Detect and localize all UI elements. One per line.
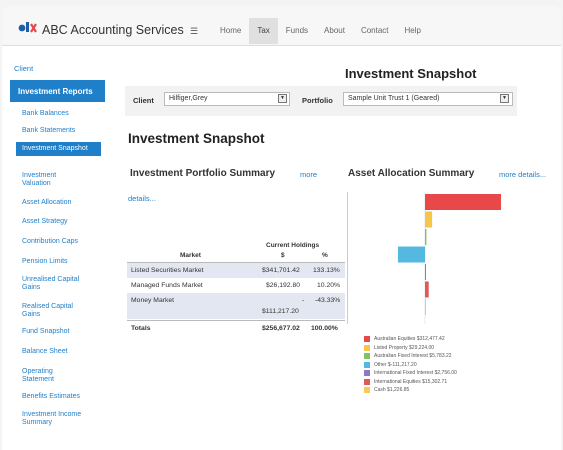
- legend-item: Australian Equities $312,477.42: [364, 336, 445, 342]
- row-pct: 133.13%: [313, 267, 340, 274]
- nav-home[interactable]: Home: [212, 18, 249, 44]
- portfolio-label: Portfolio: [302, 96, 333, 105]
- page-title: Investment Snapshot: [128, 131, 265, 146]
- bar-other: [397, 246, 425, 263]
- bar-listed-property: [425, 211, 433, 228]
- bar-australian-equities: [425, 194, 501, 210]
- sidebar-item-fund-snapshot[interactable]: Fund Snapshot: [22, 328, 69, 336]
- sidebar-item-benefits-estimates[interactable]: Benefits Estimates: [22, 393, 80, 401]
- row-market: Money Market: [131, 297, 175, 304]
- nav-help[interactable]: Help: [397, 18, 429, 44]
- totals-label: Totals: [131, 325, 151, 332]
- portfolio-summary-title: Investment Portfolio Summary: [130, 168, 276, 179]
- legend-swatch: [364, 344, 370, 351]
- row-amount: $26,192.80: [266, 282, 301, 289]
- col-dollar: $: [281, 252, 285, 259]
- legend-item: International Equities $15,302.71: [364, 378, 448, 385]
- col-market: Market: [180, 252, 201, 259]
- legend-item: Cash $1,226.85: [364, 387, 409, 393]
- totals-amount: $256,677.02: [262, 325, 300, 332]
- client-label: Client: [133, 96, 154, 105]
- brand-name[interactable]: ABC Accounting Services: [42, 23, 184, 37]
- legend-swatch: [364, 370, 370, 376]
- totals-pct: 100.00%: [311, 325, 338, 332]
- row-pct: -43.33%: [315, 297, 341, 304]
- table-row: Listed Securities Market $341,701.42 133…: [127, 263, 345, 278]
- sidebar-item-unrealised-capital-gains[interactable]: Unrealised Capital Gains: [22, 276, 92, 292]
- client-select-value: Hilfiger,Grey: [169, 95, 208, 102]
- nav-about[interactable]: About: [316, 18, 353, 44]
- row-amount: $111,217.20: [262, 308, 299, 315]
- portfolio-more-link[interactable]: more: [300, 170, 317, 179]
- nav-tax[interactable]: Tax: [249, 18, 278, 44]
- abc-logo-icon: [18, 22, 37, 33]
- sidebar-item-bank-statements[interactable]: Bank Statements: [22, 127, 75, 135]
- nav-contact[interactable]: Contact: [353, 18, 397, 44]
- portfolio-select[interactable]: Sample Unit Trust 1 (Geared): [343, 92, 513, 106]
- main-nav: Home Tax Funds About Contact Help: [212, 18, 429, 44]
- bar-cash: [425, 299, 426, 315]
- legend-item: International Fixed Interest $2,756.00: [364, 370, 457, 376]
- sidebar-item-contribution-caps[interactable]: Contribution Caps: [22, 238, 78, 246]
- table-row: Managed Funds Market $26,192.80 10.20%: [127, 278, 345, 293]
- col-current-holdings: Current Holdings: [266, 242, 320, 249]
- menu-icon[interactable]: ☰: [190, 26, 198, 37]
- legend-label: Cash $1,226.85: [374, 387, 410, 393]
- portfolio-details-link[interactable]: details...: [128, 194, 156, 203]
- sidebar-item-investment-valuation[interactable]: Investment Valuation: [22, 172, 84, 188]
- legend-label: Listed Property $29,224.00: [374, 344, 435, 351]
- client-dropdown-icon[interactable]: ▼: [278, 94, 287, 103]
- asset-allocation-title: Asset Allocation Summary: [348, 168, 475, 179]
- sidebar-item-balance-sheet[interactable]: Balance Sheet: [22, 348, 68, 356]
- legend-item: Other $-111,217.20: [364, 361, 417, 368]
- col-percent: %: [322, 252, 328, 259]
- nav-funds[interactable]: Funds: [278, 18, 316, 44]
- bar-international-fixed-interest: [425, 264, 426, 280]
- portfolio-dropdown-icon[interactable]: ▼: [500, 94, 509, 103]
- client-select[interactable]: Hilfiger,Grey: [164, 92, 290, 106]
- sidebar-item-bank-balances[interactable]: Bank Balances: [22, 110, 69, 118]
- legend-item: Listed Property $29,224.00: [364, 344, 435, 351]
- row-amount-sign: -: [302, 297, 305, 304]
- sidebar-item-asset-allocation[interactable]: Asset Allocation: [22, 199, 71, 207]
- sidebar-item-investment-snapshot[interactable]: Investment Snapshot: [16, 142, 101, 156]
- browser-frame: ABC Accounting Services ☰ Home Tax Funds…: [0, 0, 563, 450]
- legend-swatch: [364, 387, 370, 393]
- sidebar-item-pension-limits[interactable]: Pension Limits: [22, 258, 68, 266]
- page-title-top: Investment Snapshot: [345, 66, 477, 81]
- legend-label: International Equities $15,302.71: [374, 378, 448, 385]
- sidebar-item-operating-statement[interactable]: Operating Statement: [22, 368, 70, 384]
- legend-label: International Fixed Interest $2,756.00: [374, 370, 457, 376]
- asset-more-details-link[interactable]: more details...: [499, 170, 546, 179]
- legend-label: Australian Fixed Interest $5,783.22: [374, 353, 452, 359]
- row-pct: 10.20%: [317, 282, 341, 289]
- row-market: Listed Securities Market: [131, 267, 204, 274]
- app-window: ABC Accounting Services ☰ Home Tax Funds…: [2, 6, 561, 450]
- table-row-totals: Totals $256,677.02 100.00%: [127, 321, 345, 336]
- sidebar-section-investment-reports[interactable]: Investment Reports: [10, 80, 105, 102]
- bar-australian-fixed-interest: [425, 229, 427, 245]
- asset-allocation-chart-svg: [397, 192, 501, 324]
- portfolio-select-value: Sample Unit Trust 1 (Geared): [348, 95, 440, 102]
- legend-swatch: [364, 378, 370, 385]
- legend-swatch: [364, 336, 370, 342]
- sidebar-item-investment-income-summary[interactable]: Investment Income Summary: [22, 411, 94, 427]
- asset-allocation-chart: [347, 192, 502, 324]
- bar-international-equities: [425, 281, 429, 298]
- legend-label: Australian Equities $312,477.42: [374, 336, 445, 342]
- sidebar-item-realised-capital-gains[interactable]: Realised Capital Gains: [22, 303, 84, 319]
- table-row: Money Market - $111,217.20 -43.33%: [127, 293, 345, 319]
- legend-swatch: [364, 353, 370, 359]
- legend-swatch: [364, 361, 370, 368]
- row-amount: $341,701.42: [262, 267, 300, 274]
- legend-item: Australian Fixed Interest $5,783.22: [364, 353, 452, 359]
- sidebar-client-link[interactable]: Client: [14, 64, 33, 73]
- top-navbar: ABC Accounting Services ☰ Home Tax Funds…: [2, 6, 561, 46]
- sidebar-item-asset-strategy[interactable]: Asset Strategy: [22, 218, 68, 226]
- legend-label: Other $-111,217.20: [374, 361, 417, 368]
- row-market: Managed Funds Market: [131, 282, 203, 289]
